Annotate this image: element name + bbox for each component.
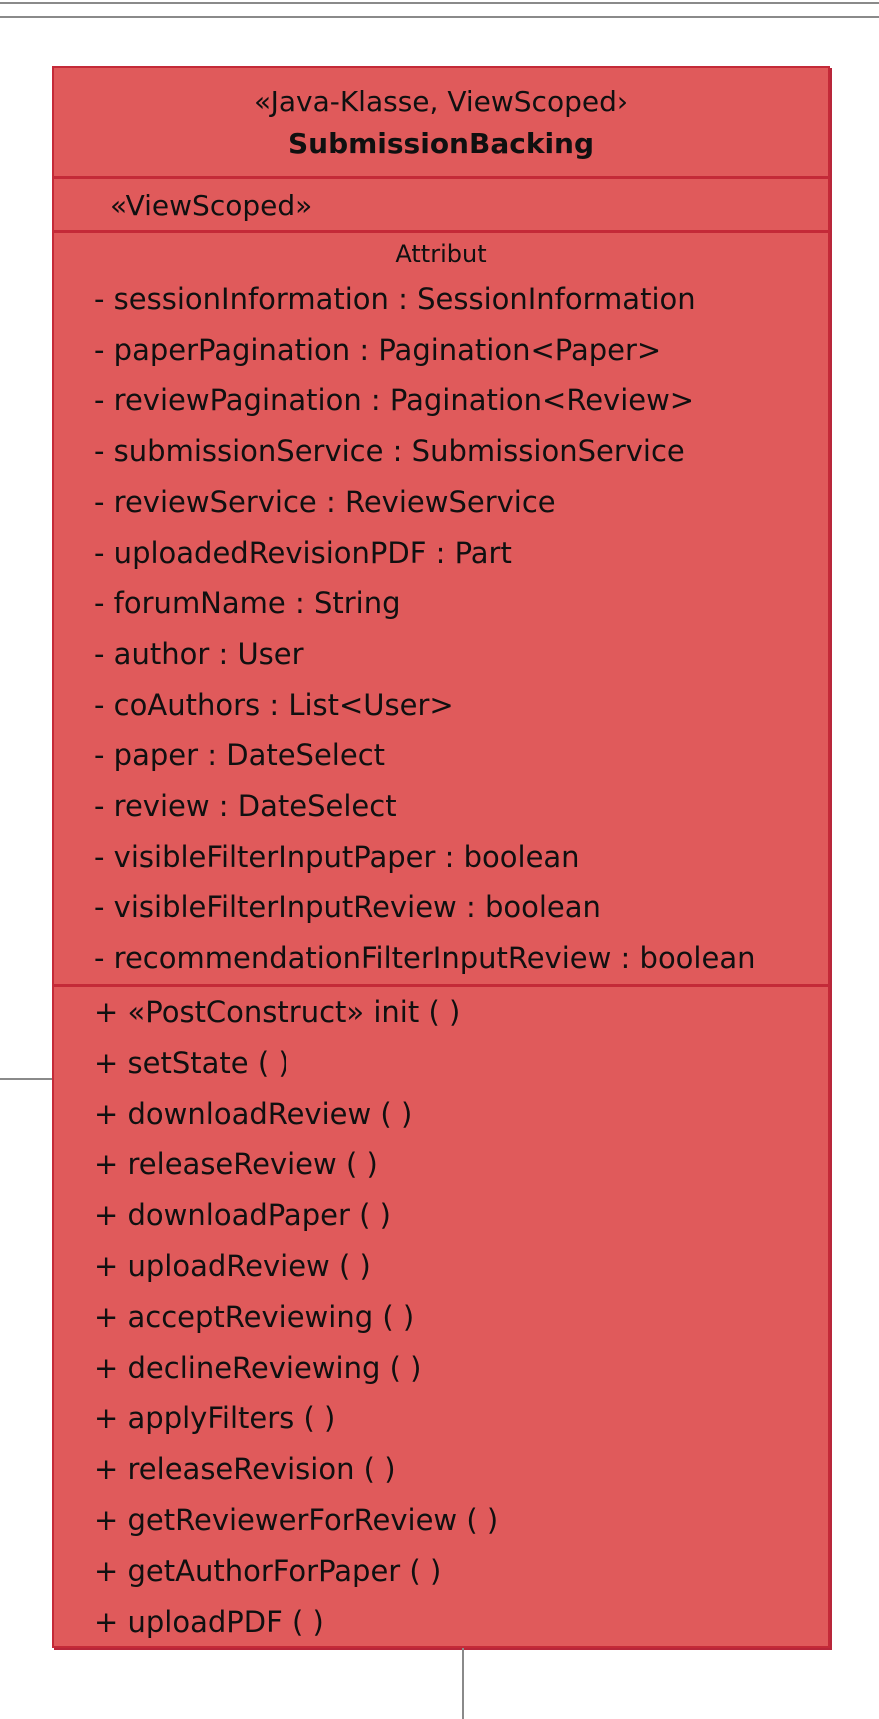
- attribute-row: - author : User: [94, 636, 304, 671]
- association-connector-left: [0, 1078, 54, 1080]
- attribute-row: - paper : DateSelect: [94, 738, 386, 773]
- top-border-line: [0, 2, 879, 4]
- operation-row: + declineReviewing ( ): [94, 1350, 422, 1385]
- operation-row: + releaseReview ( ): [94, 1147, 378, 1182]
- attributes-divider: [54, 984, 828, 987]
- attribute-row: - visibleFilterInputPaper : boolean: [94, 839, 580, 874]
- attribute-row: - recommendationFilterInputReview : bool…: [94, 941, 756, 976]
- attribute-row: - paperPagination : Pagination<Paper>: [94, 332, 662, 367]
- attribute-row: - submissionService : SubmissionService: [94, 434, 685, 469]
- operation-row: + getAuthorForPaper ( ): [94, 1553, 442, 1588]
- attribute-row: - reviewService : ReviewService: [94, 484, 556, 519]
- class-name-text: SubmissionBacking: [287, 127, 595, 160]
- operation-row: + acceptReviewing ( ): [94, 1299, 415, 1334]
- attribute-row: - sessionInformation : SessionInformatio…: [94, 282, 696, 316]
- operation-row: + «PostConstruct» init ( ): [94, 995, 461, 1029]
- uml-class-box[interactable]: «Java-Klasse, ViewScoped› SubmissionBack…: [52, 66, 830, 1648]
- operation-row: + getReviewerForReview ( ): [94, 1503, 498, 1537]
- operation-row: + applyFilters ( ): [94, 1401, 336, 1436]
- operation-row: + uploadPDF ( ): [94, 1604, 324, 1639]
- attribute-row: - uploadedRevisionPDF : Part: [94, 535, 512, 570]
- operation-row: + releaseRevision ( ): [94, 1452, 396, 1487]
- class-header: «Java-Klasse, ViewScoped› SubmissionBack…: [54, 68, 828, 178]
- attribute-row: - reviewPagination : Pagination<Review>: [94, 383, 695, 418]
- attribute-row: - coAuthors : List<User>: [94, 687, 454, 722]
- operation-row: + downloadReview ( ): [94, 1096, 413, 1131]
- annotation-label: «ViewScoped»: [110, 189, 313, 222]
- annotation-divider: [54, 230, 828, 233]
- attribute-row: - review : DateSelect: [94, 789, 397, 823]
- attributes-heading: Attribut: [395, 240, 487, 268]
- header-divider: [54, 176, 828, 179]
- class-name: SubmissionBacking: [54, 126, 828, 162]
- attribute-row: - visibleFilterInputReview : boolean: [94, 890, 601, 925]
- association-connector-bottom: [462, 1648, 464, 1719]
- class-stereotype: «Java-Klasse, ViewScoped›: [253, 85, 629, 118]
- top-border-line: [0, 16, 879, 18]
- attribute-row: - forumName : String: [94, 586, 401, 621]
- operation-row: + setState ( ): [94, 1045, 286, 1080]
- operation-row: + downloadPaper ( ): [94, 1198, 391, 1233]
- operation-row: + uploadReview ( ): [94, 1249, 371, 1283]
